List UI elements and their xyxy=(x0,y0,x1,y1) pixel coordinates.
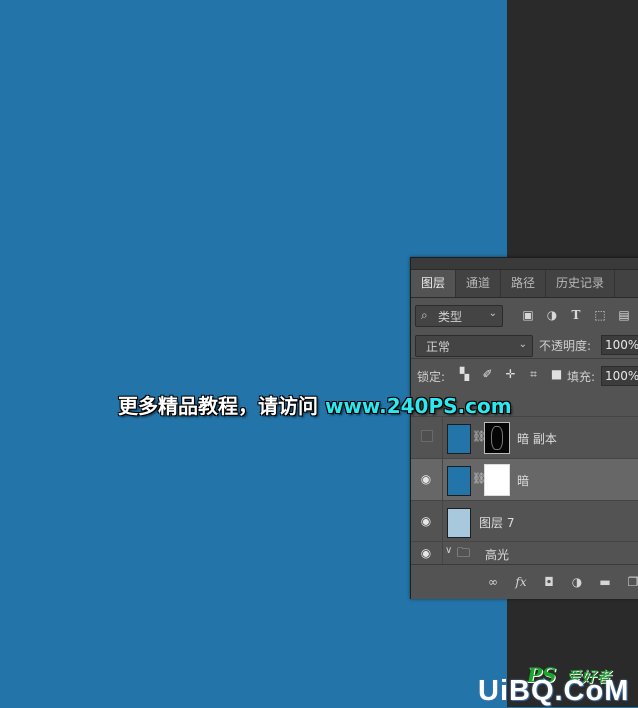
image-filter-icon[interactable]: ▣ xyxy=(521,308,535,322)
folder-icon: 🗀 xyxy=(457,546,471,561)
divider xyxy=(442,417,443,458)
chevron-down-icon: ⌄ xyxy=(518,339,527,350)
shape-filter-icon[interactable]: ⬚ xyxy=(593,308,607,322)
layer-name: 暗 xyxy=(517,474,530,488)
adjustment-filter-icon[interactable]: ◑ xyxy=(545,308,559,322)
folder-icon[interactable]: ▬ xyxy=(597,574,613,590)
lock-paint-brush-icon[interactable]: ✐ xyxy=(481,368,494,381)
eye-icon[interactable]: ◉ xyxy=(419,546,433,560)
lock-transparent-icon[interactable]: ▚ xyxy=(458,368,471,381)
layer-thumbnail xyxy=(447,508,471,538)
fx-icon[interactable]: fx xyxy=(513,574,529,590)
bottom-icons: ∞ fx ◘ ◑ ▬ ❐ xyxy=(485,574,638,590)
smart-object-filter-icon[interactable]: ▤ xyxy=(617,308,631,322)
filter-icons: ▣ ◑ T ⬚ ▤ xyxy=(521,308,631,322)
tab-paths[interactable]: 路径 xyxy=(501,270,547,297)
lock-icons: ▚ ✐ ✛ ⌗ ■ xyxy=(458,368,563,381)
search-icon: ⌕ xyxy=(421,308,428,322)
blend-row: 正常 ⌄ 不透明度: 100% xyxy=(411,328,638,358)
fill-input[interactable]: 100% xyxy=(601,366,638,386)
layer-filter-select[interactable]: ⌕ 类型 ⌄ xyxy=(415,305,503,327)
filter-row: ⌕ 类型 ⌄ ▣ ◑ T ⬚ ▤ xyxy=(411,298,638,328)
blend-mode-select[interactable]: 正常 ⌄ xyxy=(415,335,533,357)
layer-name: 暗 副本 xyxy=(517,432,557,446)
layers-panel: 图层 通道 路径 历史记录 ⌕ 类型 ⌄ ▣ ◑ T ⬚ ▤ 正常 ⌄ 不透明度… xyxy=(410,257,638,599)
opacity-input[interactable]: 100% xyxy=(601,335,638,355)
layer-row-dark[interactable]: ◉ ⛓ 暗 xyxy=(411,458,638,500)
layer-thumbnail xyxy=(447,424,471,454)
type-filter-icon[interactable]: T xyxy=(569,308,583,322)
panel-bottom-toolbar: ∞ fx ◘ ◑ ▬ ❐ xyxy=(411,564,638,599)
watermark-url: www.240PS.com xyxy=(324,394,512,418)
chevron-down-icon: ⌄ xyxy=(488,308,497,319)
lock-position-move-icon[interactable]: ✛ xyxy=(504,368,517,381)
layer-row-dark-copy[interactable]: ⛓ 暗 副本 xyxy=(411,416,638,458)
new-layer-icon[interactable]: ❐ xyxy=(625,574,638,590)
lock-label: 锁定: xyxy=(417,370,446,384)
group-name: 高光 xyxy=(485,548,510,562)
watermark-text: 更多精品教程，请访问 xyxy=(118,394,325,418)
tab-channels[interactable]: 通道 xyxy=(456,270,502,297)
layer-mask-thumbnail[interactable] xyxy=(484,422,510,454)
tab-history[interactable]: 历史记录 xyxy=(546,270,616,297)
lock-artboard-crop-icon[interactable]: ⌗ xyxy=(527,368,540,381)
panel-tabs: 图层 通道 路径 历史记录 xyxy=(411,270,638,298)
eye-icon[interactable]: ◉ xyxy=(419,514,433,528)
chevron-down-icon[interactable]: ∨ xyxy=(445,545,452,556)
opacity-label: 不透明度: xyxy=(539,339,592,353)
layer-name: 图层 7 xyxy=(479,516,515,530)
layer-thumbnail xyxy=(447,466,471,496)
divider xyxy=(442,501,443,542)
layer-mask-thumbnail[interactable] xyxy=(484,464,510,496)
add-mask-icon[interactable]: ◘ xyxy=(541,574,557,590)
site-logo-uibq: UiBQ.CoM xyxy=(478,675,630,707)
tutorial-watermark: 更多精品教程，请访问 www.240PS.com xyxy=(118,390,512,419)
tab-layers[interactable]: 图层 xyxy=(411,270,457,297)
adjustment-icon[interactable]: ◑ xyxy=(569,574,585,590)
divider xyxy=(442,459,443,500)
visibility-toggle-off[interactable] xyxy=(421,430,433,442)
lock-all-icon[interactable]: ■ xyxy=(550,368,563,381)
eye-icon[interactable]: ◉ xyxy=(419,472,433,486)
layer-group-highlight[interactable]: ◉ ∨ 🗀 高光 xyxy=(411,541,638,566)
layer-row-layer-7[interactable]: ◉ 图层 7 xyxy=(411,500,638,542)
divider xyxy=(442,542,443,566)
panel-drag-bar[interactable] xyxy=(411,258,638,270)
link-icon[interactable]: ∞ xyxy=(485,574,501,590)
lock-row: 锁定: ▚ ✐ ✛ ⌗ ■ 填充: 100% xyxy=(411,359,638,389)
fill-label: 填充: xyxy=(567,370,596,384)
